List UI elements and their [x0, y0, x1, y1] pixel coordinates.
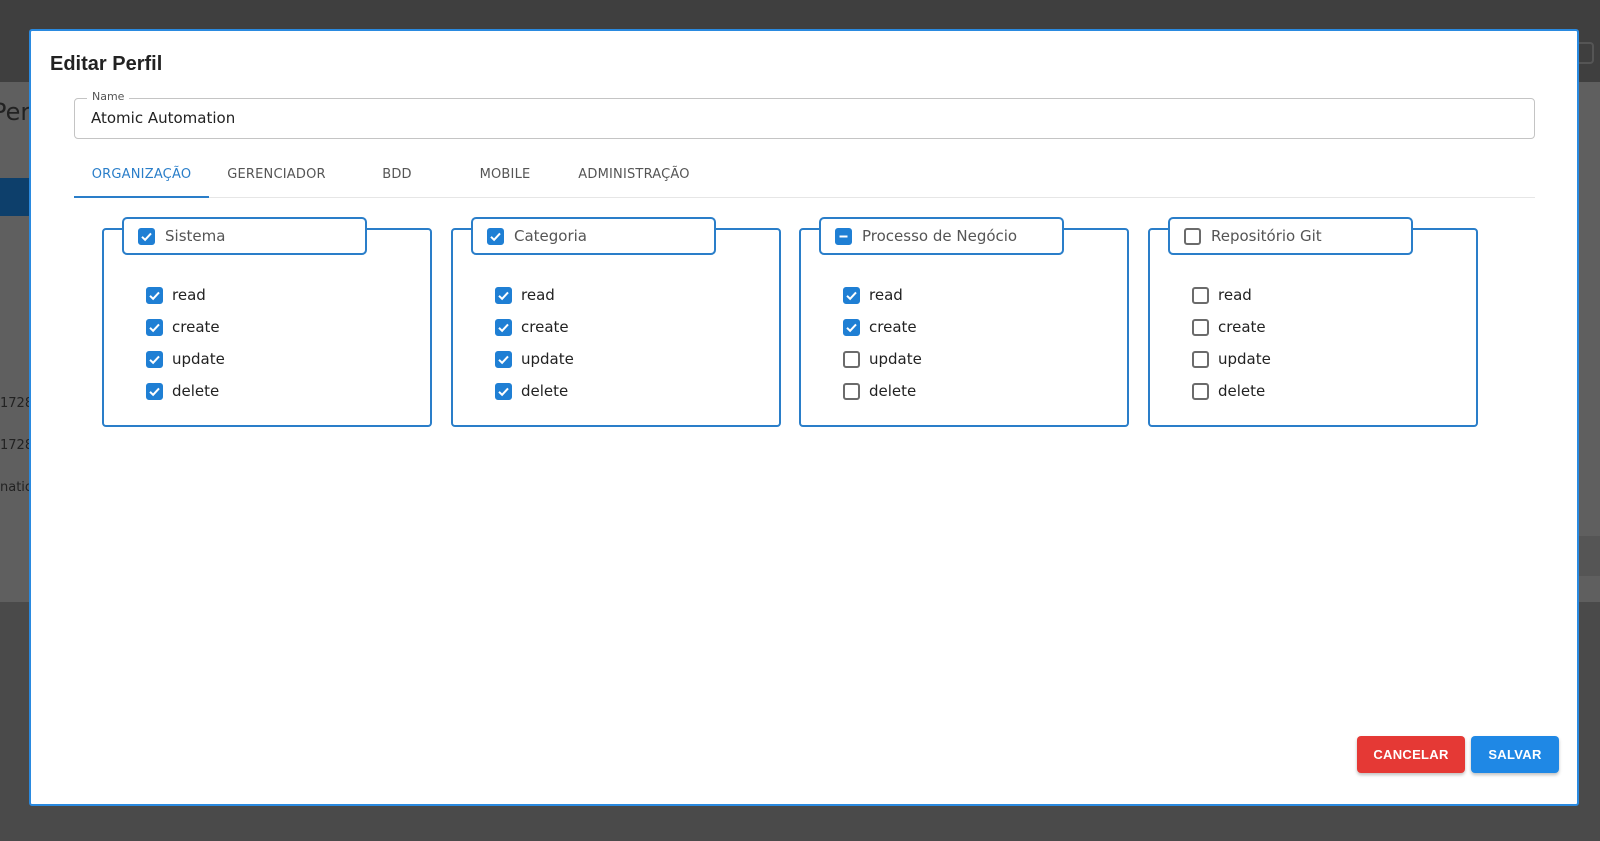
permission-checkbox-update[interactable] [146, 350, 163, 368]
permission-item-delete[interactable]: delete [1192, 375, 1271, 407]
permission-checkbox-create[interactable] [1192, 318, 1209, 336]
tab-mobile[interactable]: MOBILE [464, 152, 546, 197]
permission-item-update[interactable]: update [1192, 343, 1271, 375]
permission-label: read [869, 286, 903, 304]
background-row: natio [0, 480, 33, 495]
permission-label: update [521, 350, 574, 368]
permission-item-read[interactable]: read [146, 279, 225, 311]
permission-label: read [172, 286, 206, 304]
permission-checkbox-delete[interactable] [146, 382, 163, 400]
permission-checkbox-delete[interactable] [843, 382, 860, 400]
permission-item-update[interactable]: update [495, 343, 574, 375]
permission-item-delete[interactable]: delete [495, 375, 574, 407]
tab-bdd[interactable]: BDD [364, 152, 430, 197]
permission-item-update[interactable]: update [146, 343, 225, 375]
permission-label: update [869, 350, 922, 368]
group-checkbox-processo-de-negocio[interactable] [835, 227, 852, 245]
permission-item-delete[interactable]: delete [843, 375, 922, 407]
name-field[interactable]: Name [74, 90, 1535, 139]
permission-label: update [172, 350, 225, 368]
permission-item-read[interactable]: read [495, 279, 574, 311]
group-header-sistema[interactable]: Sistema [122, 217, 367, 255]
permission-checkbox-create[interactable] [495, 318, 512, 336]
cancel-button[interactable]: CANCELAR [1357, 736, 1465, 773]
name-field-label: Name [87, 90, 130, 103]
permission-group-sistema: Sistema read create update delete [102, 217, 432, 427]
permission-checkbox-create[interactable] [146, 318, 163, 336]
permission-label: create [1218, 318, 1266, 336]
permission-group-repositorio-git: Repositório Git read create update delete [1148, 217, 1478, 427]
permission-item-create[interactable]: create [146, 311, 225, 343]
permission-item-create[interactable]: create [495, 311, 574, 343]
group-checkbox-repositorio-git[interactable] [1184, 227, 1201, 245]
group-title: Categoria [514, 227, 588, 245]
permission-checkbox-delete[interactable] [1192, 382, 1209, 400]
permission-item-create[interactable]: create [1192, 311, 1271, 343]
permission-item-create[interactable]: create [843, 311, 922, 343]
group-header-repositorio-git[interactable]: Repositório Git [1168, 217, 1413, 255]
group-title: Processo de Negócio [862, 227, 1018, 245]
permission-checkbox-create[interactable] [843, 318, 860, 336]
permission-checkbox-update[interactable] [843, 350, 860, 368]
permission-label: create [521, 318, 569, 336]
permission-label: delete [1218, 382, 1266, 400]
permission-item-read[interactable]: read [1192, 279, 1271, 311]
permission-checkbox-delete[interactable] [495, 382, 512, 400]
dialog-title: Editar Perfil [50, 53, 163, 75]
permission-checkbox-update[interactable] [1192, 350, 1209, 368]
permission-item-update[interactable]: update [843, 343, 922, 375]
permission-group-categoria: Categoria read create update delete [451, 217, 781, 427]
permission-list: read create update delete [1192, 279, 1271, 407]
group-title: Repositório Git [1211, 227, 1322, 245]
tab-administracao[interactable]: ADMINISTRAÇÃO [564, 152, 704, 197]
permission-list: read create update delete [843, 279, 922, 407]
tab-gerenciador[interactable]: GERENCIADOR [209, 152, 344, 197]
permission-label: delete [869, 382, 917, 400]
permission-label: read [1218, 286, 1252, 304]
edit-profile-dialog: Editar Perfil Name ORGANIZAÇÃO GERENCIAD… [29, 29, 1579, 806]
permission-label: update [1218, 350, 1271, 368]
permission-label: read [521, 286, 555, 304]
permission-checkbox-read[interactable] [1192, 286, 1209, 304]
permission-item-delete[interactable]: delete [146, 375, 225, 407]
tab-organizacao[interactable]: ORGANIZAÇÃO [74, 152, 209, 198]
group-header-categoria[interactable]: Categoria [471, 217, 716, 255]
permission-group-processo-de-negocio: Processo de Negócio read create update delet… [799, 217, 1129, 427]
permission-label: delete [172, 382, 220, 400]
group-title: Sistema [165, 227, 226, 245]
permission-list: read create update delete [495, 279, 574, 407]
group-checkbox-sistema[interactable] [138, 227, 155, 245]
permission-list: read create update delete [146, 279, 225, 407]
permission-checkbox-update[interactable] [495, 350, 512, 368]
permission-checkbox-read[interactable] [843, 286, 860, 304]
save-button[interactable]: SALVAR [1471, 736, 1559, 773]
permission-label: create [172, 318, 220, 336]
permission-checkbox-read[interactable] [495, 286, 512, 304]
group-header-processo-de-negocio[interactable]: Processo de Negócio [819, 217, 1064, 255]
name-input[interactable] [91, 109, 1511, 127]
permission-label: create [869, 318, 917, 336]
group-checkbox-categoria[interactable] [487, 227, 504, 245]
permission-label: delete [521, 382, 569, 400]
permission-item-read[interactable]: read [843, 279, 922, 311]
permission-tabs: ORGANIZAÇÃO GERENCIADOR BDD MOBILE ADMIN… [74, 152, 1535, 198]
permission-checkbox-read[interactable] [146, 286, 163, 304]
